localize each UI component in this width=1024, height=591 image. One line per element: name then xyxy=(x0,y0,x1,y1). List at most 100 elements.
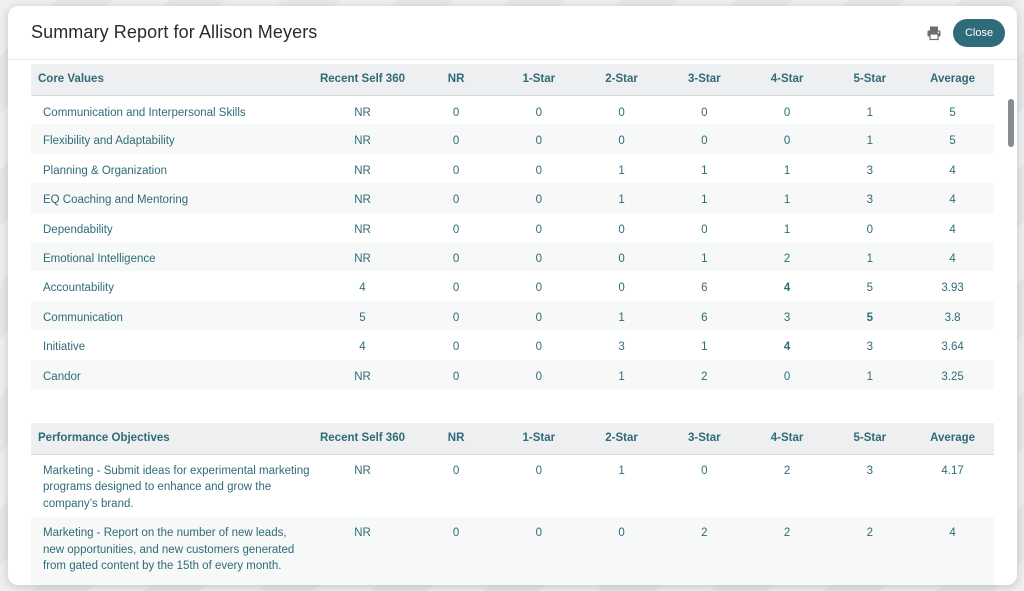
table-cell: 1 xyxy=(580,359,663,389)
table-cell: 0 xyxy=(618,282,625,295)
table-cell: NR xyxy=(310,124,415,154)
table-cell: 0 xyxy=(580,241,663,272)
table-cell: NR xyxy=(310,183,415,213)
table-cell: 0 xyxy=(866,223,873,236)
table-cell: 1 xyxy=(745,183,829,213)
column-header: Recent Self 360 xyxy=(310,64,415,96)
table-cell: 5 xyxy=(949,106,956,119)
table-cell: 1 xyxy=(618,164,625,177)
table-cell: 0 xyxy=(701,464,708,477)
close-button[interactable]: Close xyxy=(953,19,1005,47)
table-cell-highlighted: 4 xyxy=(783,341,791,354)
table-cell: 0 xyxy=(497,517,581,585)
table-row: Planning & Organization NR 0 0 1 1 1 3 4 xyxy=(31,154,994,183)
modal-header: Summary Report for Allison Meyers Close xyxy=(8,6,1017,60)
vertical-scrollbar[interactable] xyxy=(1008,91,1014,581)
table-row: Communication 5 0 0 1 6 3 5 3.8 xyxy=(31,300,994,331)
column-header: Average xyxy=(911,64,994,96)
table-cell: 1 xyxy=(701,341,708,354)
table-cell: 4 xyxy=(359,282,366,295)
table-cell: 0 xyxy=(497,241,581,272)
table-cell: 0 xyxy=(497,300,581,331)
table-row: Accountability 4 0 0 0 6 4 5 3.93 xyxy=(31,271,994,300)
table-cell: NR xyxy=(354,223,371,236)
column-header: Average xyxy=(911,423,994,455)
table-cell: 0 xyxy=(535,223,543,236)
table-cell: NR xyxy=(354,464,371,477)
table-row: Marketing - Submit ideas for experimenta… xyxy=(31,454,994,517)
table-cell: 4 xyxy=(911,517,994,585)
table-cell: 2 xyxy=(745,241,829,272)
table-cell: 0 xyxy=(414,300,498,331)
table-cell: 0 xyxy=(497,124,581,154)
column-header: 5-Star xyxy=(828,423,912,455)
row-label: Initiative xyxy=(43,341,86,354)
row-label: Accountability xyxy=(43,282,114,295)
table-cell: 3 xyxy=(745,300,829,331)
printer-icon[interactable] xyxy=(926,25,942,41)
table-cell: 4 xyxy=(911,183,994,213)
table-cell: 2 xyxy=(828,517,912,585)
table-cell: 1 xyxy=(580,300,663,331)
table-cell: 4 xyxy=(949,164,956,177)
report-scroll-area[interactable]: Core Values Recent Self 360 NR 1-Star 2-… xyxy=(8,61,1017,585)
table-cell: 4 xyxy=(359,341,366,354)
table-cell: 0 xyxy=(745,124,829,154)
table-cell: 0 xyxy=(662,124,746,154)
column-header: 3-Star xyxy=(662,423,746,455)
row-label: Planning & Organization xyxy=(43,164,168,177)
column-header: 2-Star xyxy=(580,423,663,455)
performance-objectives-table: Performance Objectives Recent Self 360 N… xyxy=(31,423,994,585)
row-label: Marketing - Report on the number of new … xyxy=(31,517,311,585)
table-cell: 2 xyxy=(662,517,746,585)
table-cell: 3 xyxy=(866,164,873,177)
table-cell: 0 xyxy=(414,517,498,585)
table-cell: 0 xyxy=(452,464,460,477)
row-label: Candor xyxy=(31,359,311,389)
table-cell: 3 xyxy=(828,183,912,213)
column-header: 3-Star xyxy=(662,64,746,96)
table-cell: 2 xyxy=(783,464,791,477)
table-cell: 1 xyxy=(783,164,791,177)
table-cell: 0 xyxy=(783,106,791,119)
table-cell: NR xyxy=(354,106,371,119)
table-cell: NR xyxy=(354,164,371,177)
column-header: 1-Star xyxy=(497,64,581,96)
table-cell: 0 xyxy=(535,282,543,295)
table-cell: 0 xyxy=(497,359,581,389)
column-header: Recent Self 360 xyxy=(310,423,415,455)
scrollbar-thumb[interactable] xyxy=(1008,99,1014,147)
table-cell: 0 xyxy=(580,517,663,585)
table-cell: 0 xyxy=(414,241,498,272)
column-header: NR xyxy=(414,423,498,455)
table-cell: 0 xyxy=(414,124,498,154)
table-cell: NR xyxy=(310,241,415,272)
table-row: EQ Coaching and Mentoring NR 0 0 1 1 1 3… xyxy=(31,183,994,213)
table-cell: 2 xyxy=(745,517,829,585)
row-label: Communication and Interpersonal Skills xyxy=(43,106,246,119)
table-cell: 4.17 xyxy=(941,464,964,477)
table-cell: 1 xyxy=(828,359,912,389)
table-cell: 3.25 xyxy=(911,359,994,389)
table-header-row: Core Values Recent Self 360 NR 1-Star 2-… xyxy=(31,64,994,96)
table-cell-highlighted: 4 xyxy=(783,282,791,295)
row-label: Emotional Intelligence xyxy=(31,241,311,272)
table-cell: 3 xyxy=(866,464,873,477)
column-header: NR xyxy=(414,64,498,96)
table-cell: 1 xyxy=(783,223,791,236)
table-cell: 0 xyxy=(701,106,708,119)
row-label: Dependability xyxy=(43,223,113,236)
table-cell: 1 xyxy=(866,106,873,119)
table-cell: 2 xyxy=(662,359,746,389)
table-cell: 0 xyxy=(535,164,543,177)
table-cell: 0 xyxy=(452,106,460,119)
table-cell: 3.8 xyxy=(911,300,994,331)
table-cell: 5 xyxy=(866,282,873,295)
table-cell: 3.64 xyxy=(941,341,964,354)
table-row: Initiative 4 0 0 3 1 4 3 3.64 xyxy=(31,330,994,359)
table-row: Candor NR 0 0 1 2 0 1 3.25 xyxy=(31,359,994,389)
table-cell: 1 xyxy=(828,241,912,272)
table-cell: NR xyxy=(310,517,415,585)
table-cell: NR xyxy=(310,359,415,389)
table-cell: 0 xyxy=(414,359,498,389)
